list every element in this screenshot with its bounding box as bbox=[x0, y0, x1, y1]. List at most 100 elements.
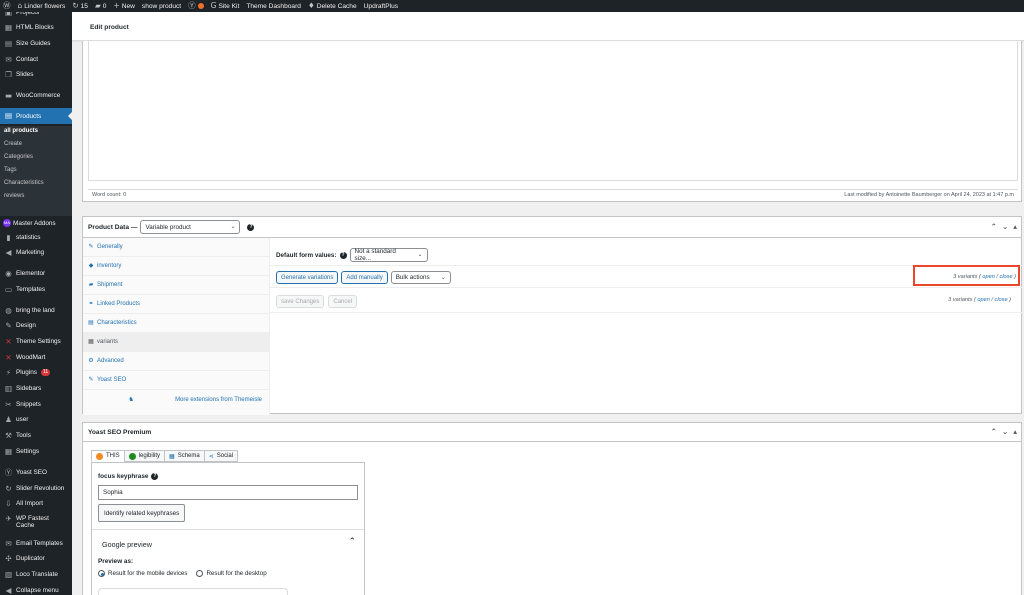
sidebar-item-label: Email Templates bbox=[16, 540, 63, 548]
collapse-icon: ◀ bbox=[5, 586, 12, 595]
submenu-item-characteristics[interactable]: Characteristics bbox=[4, 180, 44, 186]
sidebar-item-email-templates[interactable]: ✉ Email Templates bbox=[0, 540, 72, 548]
sidebar-item-bring-the-land[interactable]: ◍ bring the land bbox=[0, 307, 72, 315]
move-up-icon[interactable]: ⌃ bbox=[991, 222, 997, 231]
submenu-item-categories[interactable]: Categories bbox=[4, 154, 33, 160]
tab-label: Schema bbox=[177, 453, 200, 459]
sidebar-item-label: Tools bbox=[16, 432, 31, 440]
sidebar-item-woodmart[interactable]: ✕ WoodMart bbox=[0, 354, 72, 362]
submenu-item-create[interactable]: Create bbox=[4, 141, 22, 147]
preview-options: Result for the mobile devices Result for… bbox=[98, 570, 267, 577]
submenu-item-reviews[interactable]: reviews bbox=[4, 193, 24, 199]
sidebar-item-snippets[interactable]: ✂ Snippets bbox=[0, 401, 72, 409]
related-keyphrases-button[interactable]: Identify related keyphrases bbox=[98, 504, 186, 522]
cancel-button[interactable]: Cancel bbox=[328, 295, 358, 308]
submenu-item-all-products[interactable]: all products bbox=[4, 128, 38, 134]
globe-icon: ◍ bbox=[5, 306, 12, 315]
add-manually-button[interactable]: Add manually bbox=[341, 271, 388, 284]
sidebar-item-templates[interactable]: ▭ Templates bbox=[0, 286, 72, 294]
updates-item[interactable]: ↻ 15 bbox=[72, 2, 88, 10]
default-form-select[interactable]: Not a standard size... ⌄ bbox=[349, 248, 428, 262]
move-up-icon[interactable]: ⌃ bbox=[991, 427, 997, 436]
expand-all-link[interactable]: open bbox=[977, 297, 989, 303]
collapse-all-link[interactable]: close bbox=[995, 297, 1008, 303]
sidebar-item-master-addons[interactable]: MA Master Addons bbox=[0, 219, 72, 227]
yoast-icon: Ⓨ bbox=[188, 1, 196, 11]
sidebar-item-slider-revolution[interactable]: ↻ Slider Revolution bbox=[0, 485, 72, 493]
mobile-radio[interactable] bbox=[98, 570, 105, 577]
sidebar-item-woocommerce[interactable]: ▬ WooCommerce bbox=[0, 92, 72, 100]
tab-linked-products[interactable]: ⚭ Linked Products bbox=[83, 295, 270, 314]
google-icon: G bbox=[210, 1, 217, 11]
tab-inventory[interactable]: ◆ inventory bbox=[83, 257, 270, 276]
move-down-icon[interactable]: ⌄ bbox=[1002, 427, 1008, 436]
sidebar-item-tools[interactable]: ⚒ Tools bbox=[0, 432, 72, 440]
sidebar-item-products[interactable]: ▤ Products bbox=[0, 108, 72, 124]
sidebar-item-yoast-seo[interactable]: Ⓨ Yoast SEO bbox=[0, 469, 72, 477]
woocommerce-icon: ▬ bbox=[4, 91, 13, 100]
chevron-up-icon[interactable]: ⌃ bbox=[348, 537, 356, 547]
show-product-link[interactable]: show product bbox=[142, 3, 181, 10]
sidebar-item-all-import[interactable]: ⇩ All Import bbox=[0, 500, 72, 508]
more-extensions-link[interactable]: ♞ More extensions from Themeisle bbox=[83, 390, 270, 409]
tab-yoast-seo[interactable]: ✎ Yoast SEO bbox=[83, 371, 270, 390]
comments-item[interactable]: ▰ 0 bbox=[95, 2, 106, 10]
generate-variations-button[interactable]: Generate variations bbox=[276, 271, 339, 284]
sidebar-item-wp-fastest[interactable]: ✈ WP Fastest Cache bbox=[0, 515, 72, 529]
sidebar-item-plugins[interactable]: ⚡ Plugins 11 bbox=[0, 369, 72, 377]
site-kit-item[interactable]: G Site Kit bbox=[211, 2, 240, 10]
submenu-item-tags[interactable]: Tags bbox=[4, 167, 17, 173]
sidebar-item-size-guides[interactable]: ▤ Size Guides bbox=[0, 40, 72, 48]
sidebar-item-settings[interactable]: ▦ Settings bbox=[0, 448, 72, 456]
sidebar-item-html-blocks[interactable]: ▦ HTML Blocks bbox=[0, 24, 72, 32]
sidebar-item-projects[interactable]: ▣ Projects bbox=[0, 12, 72, 17]
yoast-header: Yoast SEO Premium ⌃ ⌄ ▴ bbox=[83, 423, 1021, 442]
bulk-actions-select[interactable]: Bulk actions ⌄ bbox=[390, 271, 451, 284]
sidebar-item-user[interactable]: ♟ user bbox=[0, 416, 72, 424]
help-icon[interactable]: ? bbox=[247, 223, 255, 231]
tab-schema[interactable]: ▦ Schema bbox=[164, 450, 205, 462]
toggle-panel-icon[interactable]: ▴ bbox=[1013, 427, 1017, 436]
default-form-label: Default form values: bbox=[276, 251, 337, 259]
sidebar-item-design[interactable]: ✎ Design bbox=[0, 322, 72, 330]
help-icon[interactable]: ? bbox=[339, 251, 347, 259]
sidebar-item-theme-settings[interactable]: ✕ Theme Settings bbox=[0, 338, 72, 346]
sidebar-item-sidebars[interactable]: ▥ Sidebars bbox=[0, 385, 72, 393]
plus-icon: + bbox=[113, 1, 120, 11]
tab-social[interactable]: ⋖ Social bbox=[203, 450, 239, 462]
bar-chart-icon: ▮ bbox=[6, 233, 11, 242]
updraft-item[interactable]: UpdraftPlus bbox=[364, 3, 398, 10]
tab-generally[interactable]: ✎ Generally bbox=[83, 238, 270, 257]
sidebar-item-marketing[interactable]: ◀ Marketing bbox=[0, 249, 72, 257]
delete-cache-item[interactable]: ♦ Delete Cache bbox=[308, 2, 357, 10]
tab-variants[interactable]: ▦ variants bbox=[83, 333, 270, 352]
tab-advanced[interactable]: ⚙ Advanced bbox=[83, 352, 270, 371]
sidebar-item-collapse-menu[interactable]: ◀ Collapse menu bbox=[0, 587, 72, 595]
focus-keyphrase-label-row: focus keyphrase ? bbox=[98, 473, 159, 480]
focus-keyphrase-label: focus keyphrase bbox=[98, 473, 149, 480]
tab-characteristics[interactable]: ▤ Characteristics bbox=[83, 314, 270, 333]
move-down-icon[interactable]: ⌄ bbox=[1002, 222, 1008, 231]
sidebar-item-loco-translate[interactable]: ▧ Loco Translate bbox=[0, 571, 72, 579]
toggle-panel-icon[interactable]: ▴ bbox=[1013, 222, 1017, 231]
product-type-select[interactable]: Variable product ⌄ bbox=[140, 220, 241, 234]
sidebar-item-statistics[interactable]: ▮ statistics bbox=[0, 234, 72, 242]
save-changes-button[interactable]: save Changes bbox=[276, 295, 325, 308]
sidebar-item-elementor[interactable]: ◉ Elementor bbox=[0, 270, 72, 278]
wordpress-logo-item[interactable]: Ⓦ bbox=[3, 2, 11, 10]
sidebar-item-duplicator[interactable]: ✣ Duplicator bbox=[0, 555, 72, 563]
tab-shipment[interactable]: ▰ Shipment bbox=[83, 276, 270, 295]
theme-dashboard-item[interactable]: Theme Dashboard bbox=[246, 3, 301, 10]
new-item[interactable]: + New bbox=[113, 2, 135, 10]
updates-count: 15 bbox=[80, 2, 88, 10]
desktop-radio[interactable] bbox=[196, 570, 204, 577]
focus-keyphrase-input[interactable]: Sophia bbox=[98, 485, 358, 500]
site-name-item[interactable]: ⌂ Linder flowers bbox=[18, 2, 66, 10]
sidebar-item-contact[interactable]: ✉ Contact bbox=[0, 56, 72, 64]
sidebar-item-slides[interactable]: ❐ Slides bbox=[0, 71, 72, 79]
yoast-bar-item[interactable]: Ⓨ bbox=[188, 2, 204, 10]
tab-readability[interactable]: legibility bbox=[123, 450, 166, 462]
tab-seo[interactable]: THIS bbox=[91, 450, 125, 462]
editor-textarea[interactable] bbox=[88, 41, 1018, 181]
help-icon[interactable]: ? bbox=[151, 473, 159, 480]
